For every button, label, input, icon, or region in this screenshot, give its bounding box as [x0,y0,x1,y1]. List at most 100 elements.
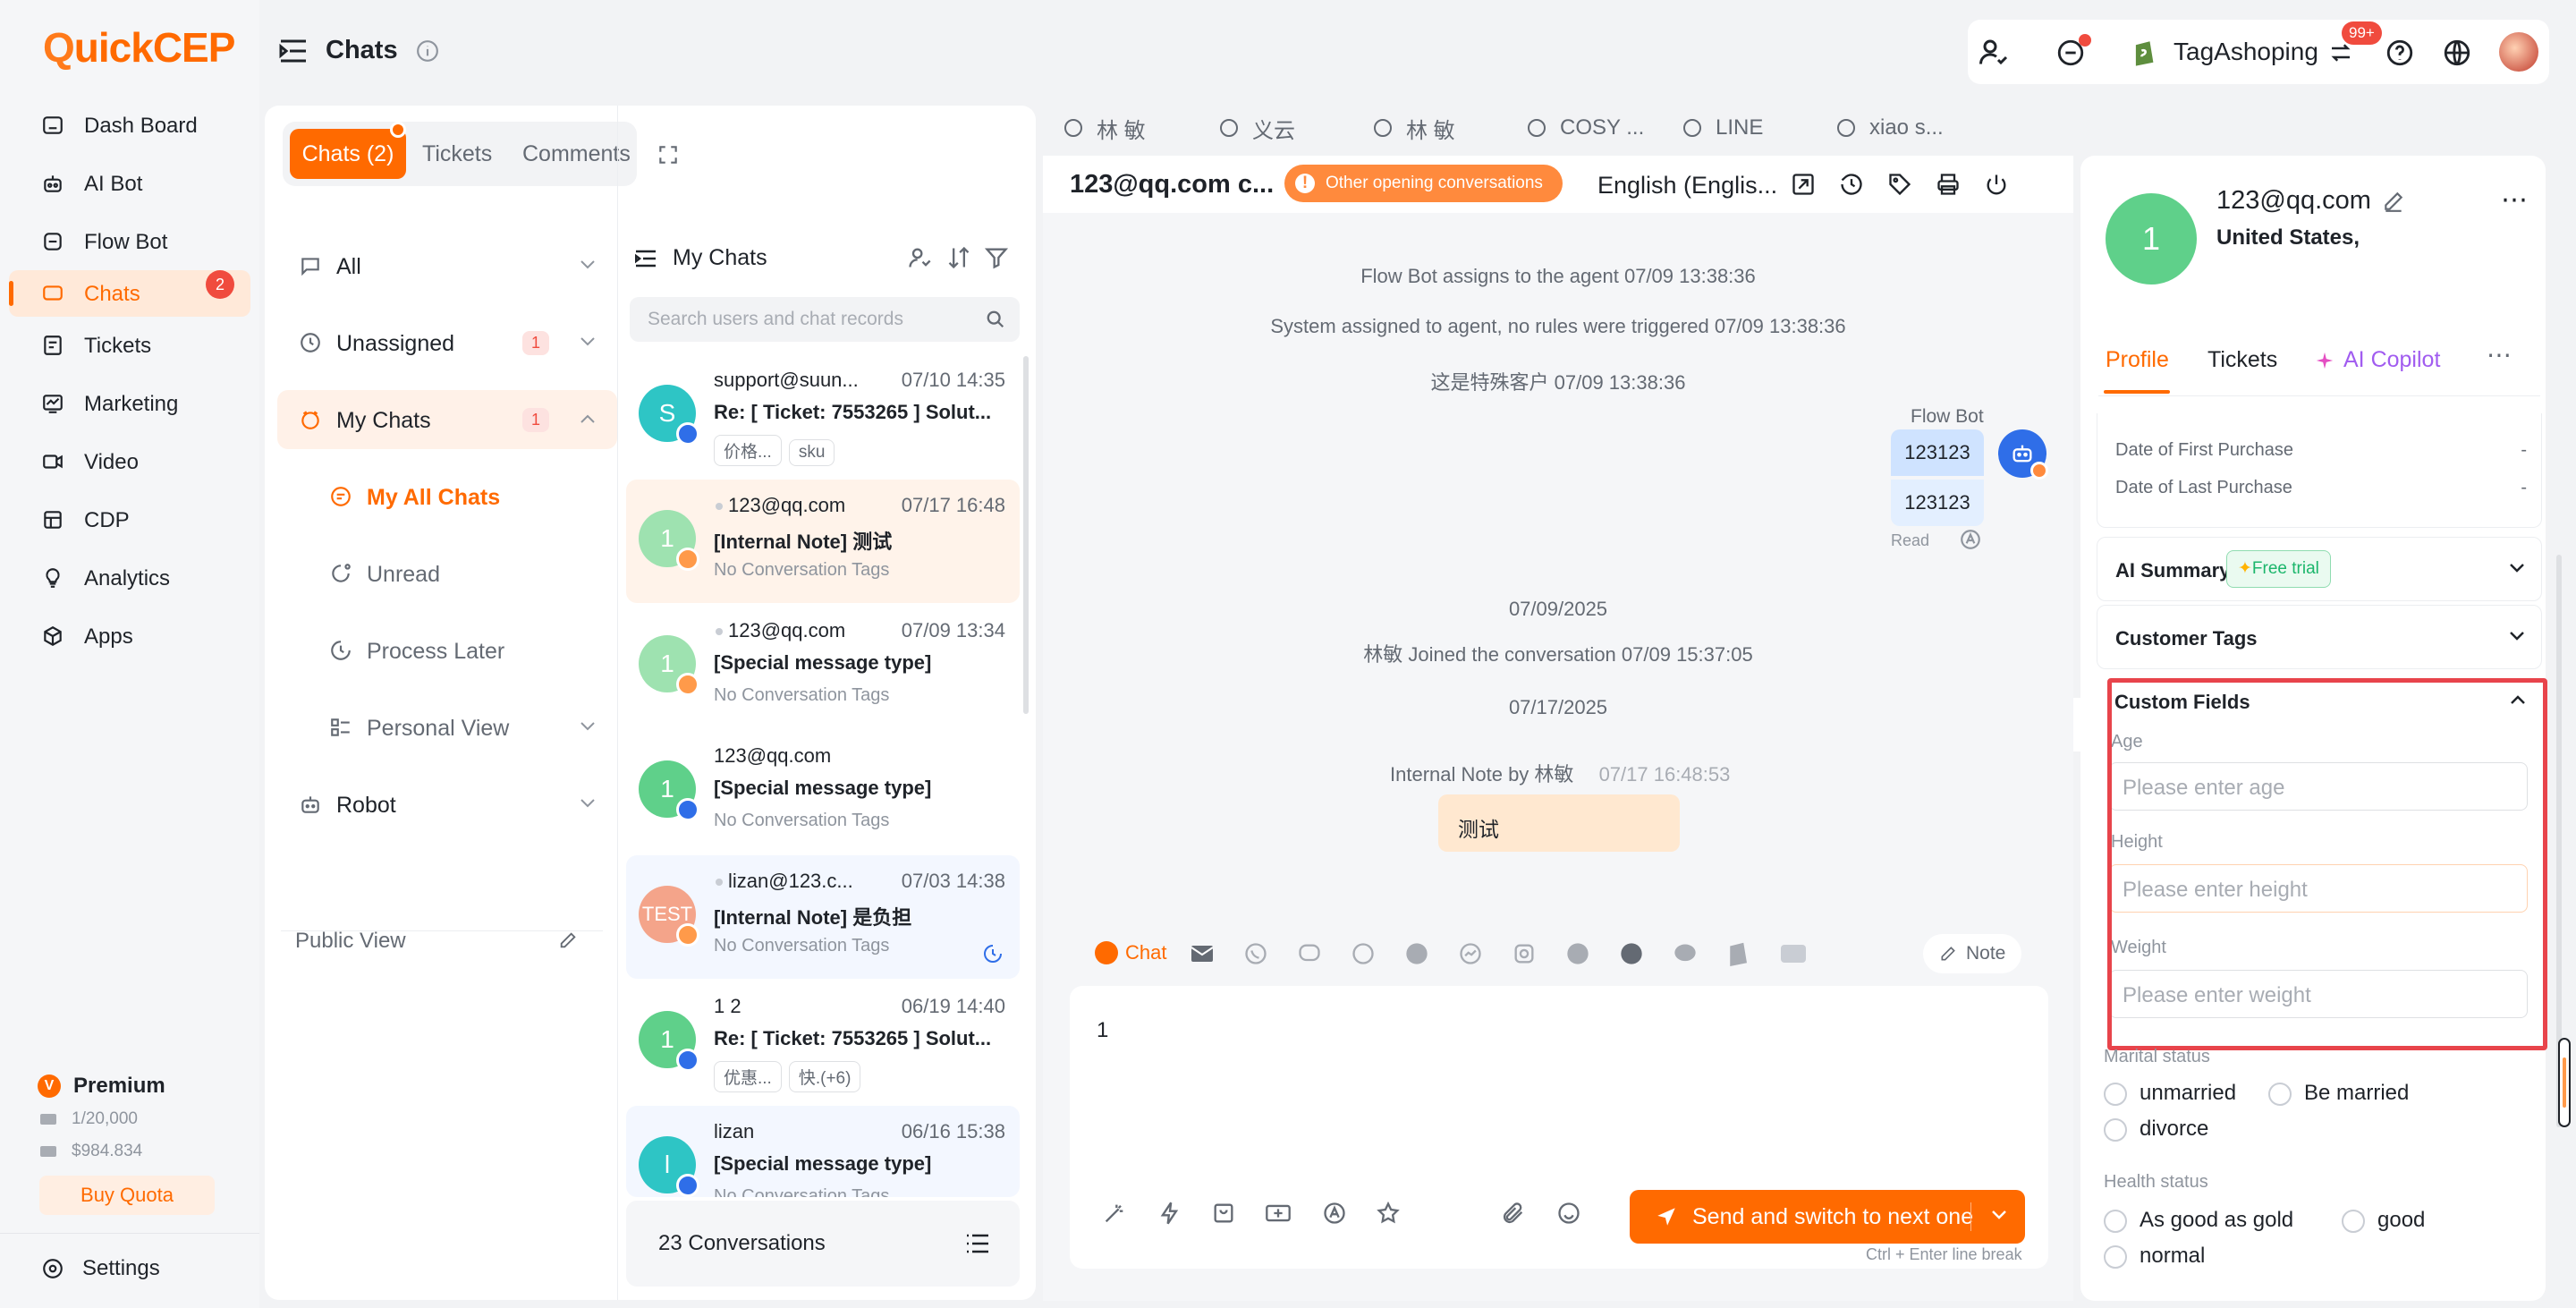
store-name[interactable]: TagAshoping [2174,38,2318,66]
scrollbar[interactable] [1023,356,1029,714]
nav-analytics[interactable]: Analytics [9,555,250,601]
tag-icon[interactable] [1887,172,1912,197]
conversation-item[interactable]: 1 123@qq.com [Special message type] No C… [626,730,1020,854]
tiktok-icon[interactable] [1404,941,1429,966]
magic-wand-icon[interactable] [1102,1201,1127,1226]
more-options-icon[interactable]: ⋯ [2501,184,2528,216]
transfer-icon[interactable] [1791,172,1816,197]
shopify-icon[interactable] [1726,939,1750,966]
filter-process-later[interactable]: Process Later [277,621,617,680]
ai-summary-section[interactable]: AI Summary ✦Free trial [2097,537,2542,601]
messenger-icon[interactable] [1458,941,1483,966]
sms-icon[interactable] [1619,941,1644,966]
nav-flow-bot[interactable]: Flow Bot [9,218,250,265]
quickcep-logo[interactable]: QuickCEP [43,23,235,72]
nav-cdp[interactable]: CDP [9,497,250,543]
nav-settings[interactable]: Settings [41,1256,160,1281]
list-icon[interactable] [966,1233,989,1254]
conversation-item[interactable]: S support@suun... 07/10 14:35 Re: [ Tick… [626,354,1020,478]
conversation-item[interactable]: 1 123@qq.com 07/09 13:34 [Special messag… [626,605,1020,728]
language-selector[interactable]: English (Englis... [1597,172,1777,200]
amazon-icon[interactable] [1565,941,1590,966]
scrollbar-thumb[interactable] [2558,1038,2571,1127]
attachment-icon[interactable] [1501,1201,1526,1226]
conversation-item-selected[interactable]: 1 123@qq.com 07/17 16:48 [Internal Note]… [626,480,1020,603]
filter-robot[interactable]: Robot [277,775,617,834]
translate-icon[interactable] [1322,1201,1347,1226]
whatsapp-icon[interactable] [1243,941,1268,966]
tab-tickets[interactable]: Tickets [422,141,492,167]
translate-icon[interactable] [1959,528,1982,551]
menu-collapse-icon[interactable] [279,38,308,64]
sort-icon[interactable] [946,245,971,270]
nav-chats[interactable]: Chats 2 [9,270,250,317]
tab-tickets[interactable]: Tickets [2207,347,2277,373]
filter-my-chats[interactable]: My Chats 1 [277,390,617,449]
radio-normal[interactable]: normal [2104,1244,2205,1269]
other-opening-conversations-button[interactable]: ! Other opening conversations [1284,165,1563,202]
nav-apps[interactable]: Apps [9,613,250,659]
contact-name[interactable]: 123@qq.com c... [1070,170,1274,200]
agent-status-icon[interactable] [1977,36,2009,68]
help-icon[interactable] [2385,38,2415,68]
filter-unassigned[interactable]: Unassigned 1 [277,313,617,372]
tab-comments[interactable]: Comments [522,141,631,167]
open-tab-6[interactable]: xiao s... [1835,115,1944,141]
radio-divorce[interactable]: divorce [2104,1117,2208,1142]
end-conversation-icon[interactable] [1984,172,2009,197]
edit-icon[interactable] [558,930,578,950]
product-bag-icon[interactable] [1211,1201,1236,1226]
line-icon[interactable] [1297,941,1322,966]
info-icon[interactable] [416,39,439,63]
open-tab-4[interactable]: COSY ... [1526,115,1644,141]
buy-quota-button[interactable]: Buy Quota [39,1176,215,1215]
tab-chats[interactable]: Chats (2) [290,129,406,179]
coupon-icon[interactable] [1265,1201,1292,1226]
more-tabs-icon[interactable]: ⋯ [2487,340,2512,369]
assign-agent-icon[interactable] [907,245,932,270]
menu-list-icon[interactable] [635,249,657,268]
user-avatar[interactable] [2499,32,2538,72]
conversation-item[interactable]: l lizan 06/16 15:38 [Special message typ… [626,1106,1020,1197]
filter-icon[interactable] [984,245,1009,270]
nav-tickets[interactable]: Tickets [9,322,250,369]
open-tab-2[interactable]: 义云 [1218,115,1295,143]
nav-video[interactable]: Video [9,438,250,485]
channel-chat-tab[interactable]: Chat [1095,941,1166,964]
filter-all[interactable]: All [277,236,617,295]
star-icon[interactable] [1376,1201,1401,1226]
sms-bubble-icon[interactable] [1351,941,1376,966]
language-globe-icon[interactable] [2442,38,2472,68]
conversation-item[interactable]: TEST lizan@123.c... 07/03 14:38 [Interna… [626,855,1020,979]
filter-my-all-chats[interactable]: My All Chats [277,467,617,526]
send-and-switch-button[interactable]: Send and switch to next one [1630,1190,2025,1244]
tab-profile[interactable]: Profile [2106,347,2169,373]
nav-marketing[interactable]: Marketing [9,380,250,427]
print-icon[interactable] [1936,172,1961,197]
ebay-icon[interactable] [1780,941,1807,966]
customer-tags-section[interactable]: Customer Tags [2097,605,2542,669]
instagram-icon[interactable] [1512,941,1537,966]
open-tab-5[interactable]: LINE [1682,115,1763,141]
radio-be-married[interactable]: Be married [2268,1081,2409,1106]
search-input[interactable]: Search users and chat records [630,297,1020,342]
kakao-icon[interactable] [1673,941,1698,966]
history-icon[interactable] [1839,172,1864,197]
radio-unmarried[interactable]: unmarried [2104,1081,2236,1106]
edit-icon[interactable] [2382,190,2405,213]
nav-dashboard[interactable]: Dash Board [9,102,250,149]
open-tab-1[interactable]: 林 敏 [1063,115,1146,143]
filter-personal-view[interactable]: Personal View [277,698,617,757]
email-channel-icon[interactable] [1190,943,1215,964]
open-tab-3[interactable]: 林 敏 [1372,115,1455,143]
chevron-down-icon[interactable] [1991,1210,2007,1220]
filter-unread[interactable]: Unread [277,544,617,603]
radio-as-good-as-gold[interactable]: As good as gold [2104,1208,2293,1233]
note-toggle-button[interactable]: Note [1923,934,2022,973]
quick-reply-lightning-icon[interactable] [1157,1201,1182,1226]
emoji-icon[interactable] [1556,1201,1581,1226]
expand-icon[interactable] [657,143,680,166]
radio-good[interactable]: good [2342,1208,2425,1233]
nav-ai-bot[interactable]: AI Bot [9,160,250,207]
tab-ai-copilot[interactable]: AI Copilot [2315,347,2440,373]
